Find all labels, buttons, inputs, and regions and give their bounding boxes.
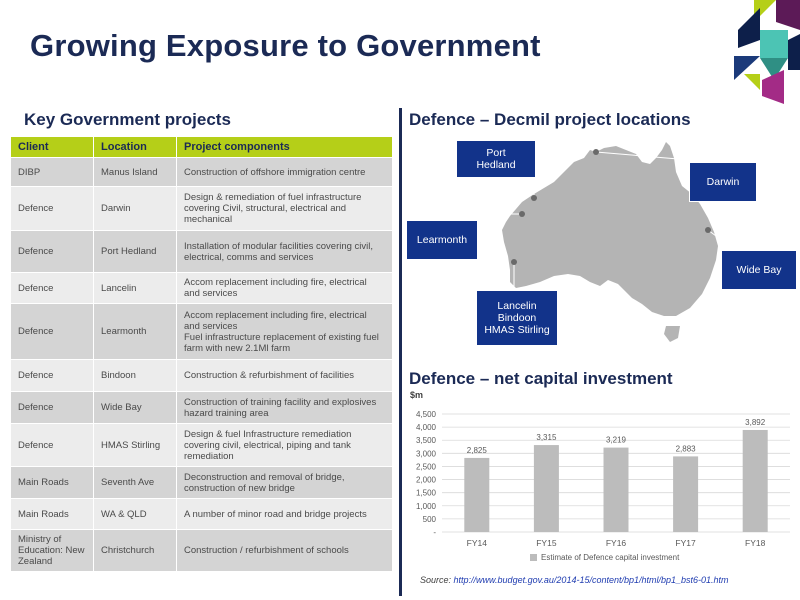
client-cell: DIBP [10,157,94,187]
y-tick-label: 500 [423,515,437,524]
y-tick-label: 4,500 [416,410,437,419]
vertical-divider [399,108,402,596]
table-header-row: Client Location Project components [10,136,393,158]
bar [464,457,490,532]
page-title: Growing Exposure to Government [30,28,541,63]
tasmania [664,326,680,342]
client-cell: Defence [10,359,94,392]
table-row: Defence Wide Bay Construction of trainin… [10,391,393,424]
components-cell: Accom replacement including fire, electr… [176,272,393,304]
client-cell: Defence [10,186,94,231]
bar [603,447,629,532]
y-unit-label: $m [410,390,423,400]
column-header: Client [10,136,94,158]
y-tick-label: - [433,528,436,537]
y-tick-label: 3,500 [416,436,437,445]
company-logo [734,0,800,104]
x-tick-label: FY18 [745,538,766,548]
table-row: Ministry of Education: New Zealand Chris… [10,529,393,572]
projects-heading: Key Government projects [24,110,231,129]
perth-dot [511,259,517,265]
location-cell: Christchurch [93,529,177,572]
location-cell: Port Hedland [93,230,177,273]
components-cell: Design & fuel Infrastructure remediation… [176,423,393,467]
table-row: Main Roads WA & QLD A number of minor ro… [10,498,393,530]
components-cell: Construction / refurbishment of schools [176,529,393,572]
data-label: 2,825 [467,446,488,455]
location-cell: Seventh Ave [93,466,177,499]
table-row: Defence Bindoon Construction & refurbish… [10,359,393,392]
location-cell: Lancelin [93,272,177,304]
y-tick-label: 1,000 [416,502,437,511]
location-cell: HMAS Stirling [93,423,177,467]
client-cell: Defence [10,303,94,360]
data-label: 3,315 [536,433,557,442]
y-tick-label: 2,000 [416,476,437,485]
bar [533,445,559,532]
wide-bay-dot [705,227,711,233]
data-label: 3,892 [745,418,766,427]
project-locations-map: Port Hedland Darwin Learmonth Wide Bay L… [404,132,800,362]
client-cell: Defence [10,423,94,467]
darwin-dot [593,149,599,155]
location-cell: Darwin [93,186,177,231]
x-tick-label: FY17 [675,538,696,548]
projects-table: Client Location Project components DIBP … [10,136,393,572]
source-link[interactable]: http://www.budget.gov.au/2014-15/content… [454,575,729,585]
table-row: Defence Darwin Design & remediation of f… [10,186,393,231]
components-cell: Construction & refurbishment of faciliti… [176,359,393,392]
table-row: Defence Port Hedland Installation of mod… [10,230,393,273]
map-heading: Defence – Decmil project locations [409,110,691,129]
source-note: Source: http://www.budget.gov.au/2014-15… [420,575,729,585]
client-cell: Main Roads [10,466,94,499]
client-cell: Main Roads [10,498,94,530]
client-cell: Defence [10,391,94,424]
components-cell: Deconstruction and removal of bridge, co… [176,466,393,499]
client-cell: Defence [10,230,94,273]
wide-bay-label: Wide Bay [721,250,797,290]
perth-region-label: Lancelin Bindoon HMAS Stirling [476,290,558,346]
data-label: 2,883 [676,444,697,453]
capital-investment-chart: $m - 500 1,000 1,500 2,000 2,500 3,000 3,500 4,00… [410,390,790,562]
location-cell: Wide Bay [93,391,177,424]
components-cell: Construction of training facility and ex… [176,391,393,424]
legend-swatch [530,554,537,561]
x-tick-label: FY14 [467,538,488,548]
table-row: Defence HMAS Stirling Design & fuel Infr… [10,423,393,467]
table-row: DIBP Manus Island Construction of offsho… [10,157,393,187]
column-header: Location [93,136,177,158]
y-tick-label: 1,500 [416,489,437,498]
table-row: Defence Lancelin Accom replacement inclu… [10,272,393,304]
port-hedland-label: Port Hedland [456,140,536,178]
x-tick-label: FY16 [606,538,627,548]
y-tick-label: 4,000 [416,423,437,432]
learmonth-label: Learmonth [406,220,478,260]
components-cell: Installation of modular facilities cover… [176,230,393,273]
location-cell: Learmonth [93,303,177,360]
darwin-label: Darwin [689,162,757,202]
data-label: 3,219 [606,436,627,445]
components-cell: Accom replacement including fire, electr… [176,303,393,360]
client-cell: Defence [10,272,94,304]
table-row: Defence Learmonth Accom replacement incl… [10,303,393,360]
components-cell: Design & remediation of fuel infrastruct… [176,186,393,231]
port-hedland-dot [531,195,537,201]
components-cell: Construction of offshore immigration cen… [176,157,393,187]
source-prefix: Source: [420,575,454,585]
y-tick-label: 3,000 [416,449,437,458]
x-tick-label: FY15 [536,538,557,548]
y-tick-label: 2,500 [416,462,437,471]
client-cell: Ministry of Education: New Zealand [10,529,94,572]
learmonth-dot [519,211,525,217]
legend-label: Estimate of Defence capital investment [541,553,680,562]
table-row: Main Roads Seventh Ave Deconstruction an… [10,466,393,499]
components-cell: A number of minor road and bridge projec… [176,498,393,530]
location-cell: Bindoon [93,359,177,392]
bar [673,456,699,532]
location-cell: WA & QLD [93,498,177,530]
bar [742,429,768,532]
location-cell: Manus Island [93,157,177,187]
column-header: Project components [176,136,393,158]
